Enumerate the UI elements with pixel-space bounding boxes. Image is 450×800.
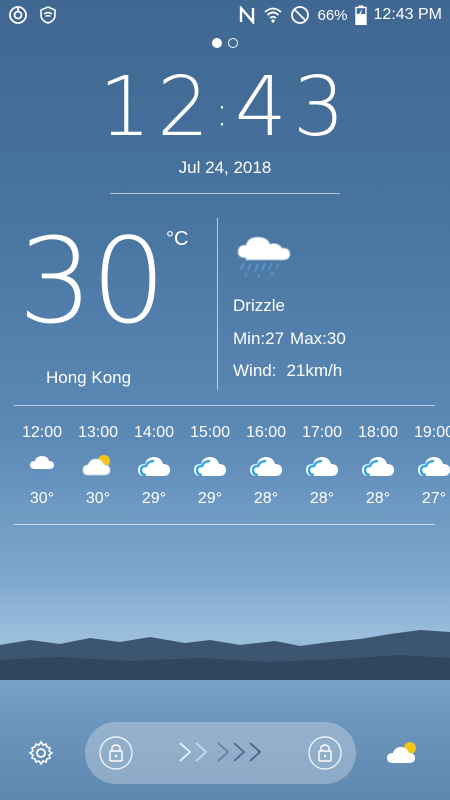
hour-temp: 30° — [85, 490, 111, 507]
hour-time: 12:00 — [21, 424, 63, 441]
cloud-icon — [406, 446, 450, 486]
divider — [110, 193, 340, 194]
hour-item: 15:00 29° — [182, 424, 238, 508]
clock: 12:43 — [0, 60, 450, 155]
page-dot-1[interactable] — [212, 38, 222, 48]
cloud-icon — [182, 446, 238, 486]
target-icon — [8, 5, 28, 25]
wind-label: Wind: — [233, 361, 277, 380]
hour-item: 18:00 28° — [350, 424, 406, 508]
hour-temp: 28° — [309, 490, 335, 507]
min-temp: Min:27 — [233, 329, 285, 348]
wind-value: 21km/h — [286, 361, 343, 380]
cloud-icon — [238, 446, 294, 486]
hour-time: 15:00 — [189, 424, 231, 441]
gear-icon[interactable] — [28, 740, 54, 771]
current-temperature: 30 — [18, 212, 166, 350]
hour-temp: 30° — [29, 490, 55, 507]
hour-temp: 28° — [253, 490, 279, 507]
page-indicator[interactable] — [0, 38, 450, 48]
drizzle-cloud-icon — [232, 232, 296, 285]
city-name[interactable]: Hong Kong — [46, 368, 131, 388]
divider — [14, 405, 435, 406]
hour-temp: 29° — [141, 490, 167, 507]
hour-time: 16:00 — [245, 424, 287, 441]
clock-minutes: 43 — [234, 60, 352, 155]
date-label: Jul 24, 2018 — [178, 158, 272, 177]
partly-sunny-icon — [70, 446, 126, 486]
cloud-icon — [294, 446, 350, 486]
battery-percent: 66% — [317, 6, 348, 24]
hour-time: 14:00 — [133, 424, 175, 441]
hourly-forecast[interactable]: 12:00 30° 13:00 30° 14:00 29° 15:00 29° … — [14, 424, 450, 520]
hour-temp: 27° — [421, 490, 447, 507]
rain-cloud-icon — [14, 446, 70, 486]
hour-time: 19:00 — [413, 424, 450, 441]
hour-time: 13:00 — [77, 424, 119, 441]
hour-temp: 28° — [365, 490, 391, 507]
hour-item: 14:00 29° — [126, 424, 182, 508]
battery-charging-icon — [354, 5, 367, 25]
nfc-icon — [238, 6, 256, 24]
hour-item: 12:00 30° — [14, 424, 70, 508]
hour-item: 17:00 28° — [294, 424, 350, 508]
hour-time: 17:00 — [301, 424, 343, 441]
hour-item: 13:00 30° — [70, 424, 126, 508]
wind-info: Wind: 21km/h — [233, 361, 342, 381]
hour-item: 16:00 28° — [238, 424, 294, 508]
divider — [14, 524, 435, 525]
hour-time: 18:00 — [357, 424, 399, 441]
condition-label: Drizzle — [233, 296, 285, 315]
cloud-icon — [350, 446, 406, 486]
cloud-icon — [126, 446, 182, 486]
hour-temp: 29° — [197, 490, 223, 507]
page-dot-2[interactable] — [228, 38, 238, 48]
lock-icon[interactable] — [98, 735, 134, 776]
clock-separator: : — [215, 89, 235, 136]
status-time: 12:43 PM — [373, 6, 442, 23]
temperature-unit: °C — [166, 228, 189, 250]
min-max: Min:27 Max:30 — [233, 329, 346, 349]
status-bar: 66% 12:43 PM — [0, 0, 450, 32]
do-not-disturb-icon — [290, 5, 310, 25]
lock-icon[interactable] — [307, 735, 343, 776]
vertical-divider — [217, 218, 218, 390]
wifi-icon — [263, 6, 283, 24]
max-temp: Max:30 — [290, 329, 346, 348]
clock-hours: 12 — [98, 60, 216, 155]
partly-sunny-icon[interactable] — [386, 738, 420, 773]
hour-item: 19:00 27° — [406, 424, 450, 508]
swipe-arrows — [178, 740, 264, 764]
shield-wifi-icon — [38, 5, 58, 25]
